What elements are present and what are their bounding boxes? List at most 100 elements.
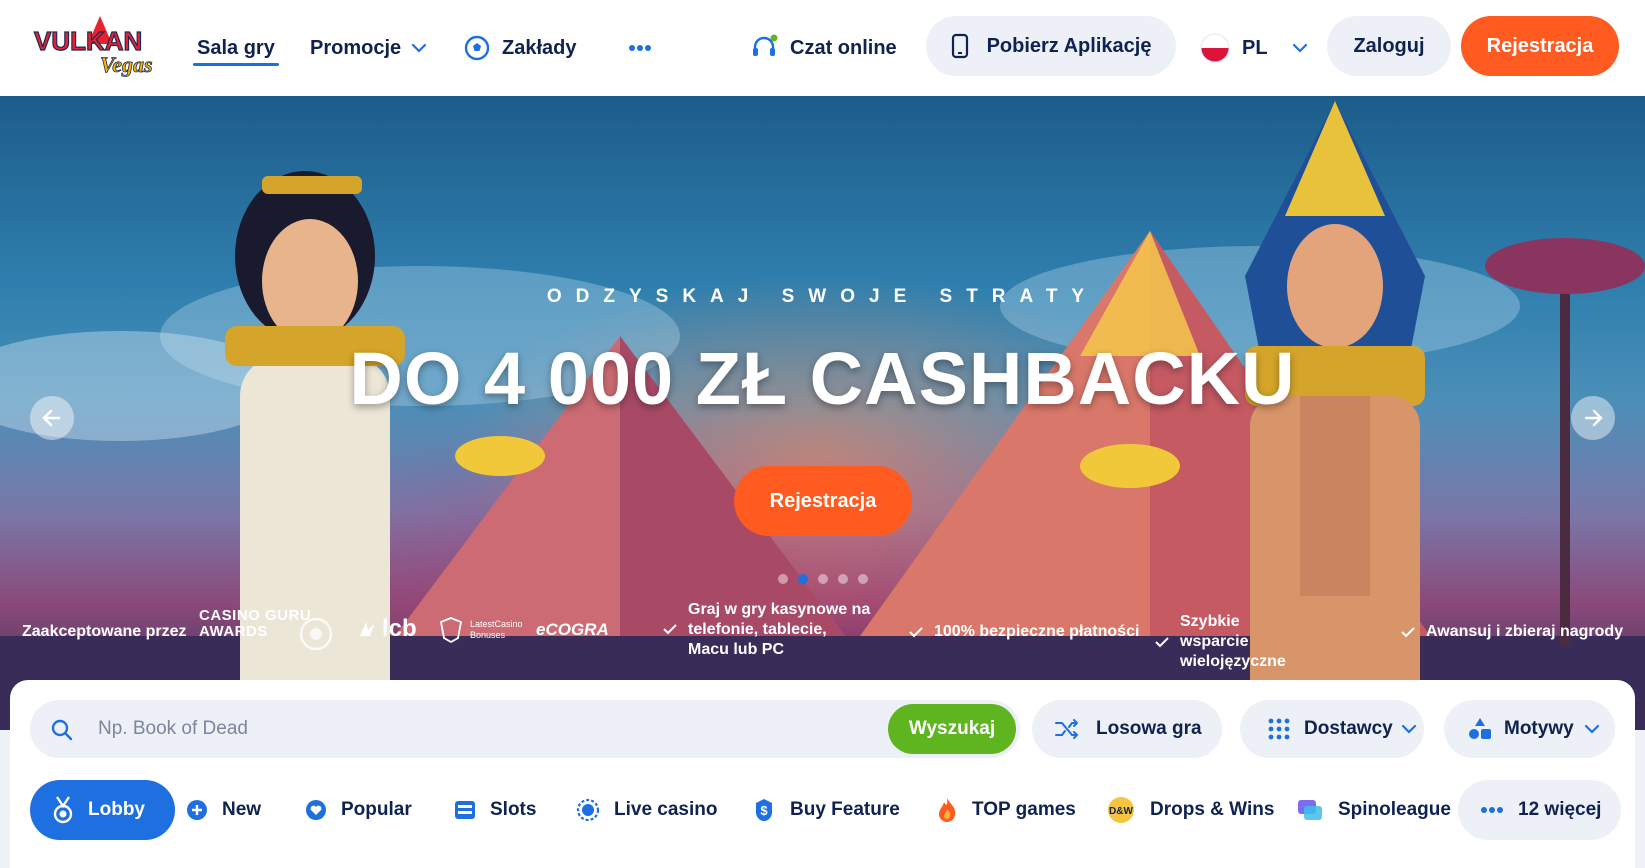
slider-dot[interactable] <box>778 574 788 584</box>
register-label: Rejestracja <box>1486 34 1594 57</box>
category-buy-feature[interactable]: $ Buy Feature <box>752 780 900 840</box>
feature-payments-text: 100% bezpieczne płatności <box>934 623 1140 640</box>
language-label: PL <box>1242 36 1268 59</box>
themes-label: Motywy <box>1504 718 1574 739</box>
lcb-badge-icon <box>360 622 374 636</box>
lcb-logo-text: lcb <box>382 615 417 642</box>
providers-dropdown[interactable]: Dostawcy <box>1240 700 1424 758</box>
game-search-bar: Wyszukaj <box>30 700 1020 758</box>
latest-casino-text: LatestCasino <box>470 619 523 629</box>
headset-icon <box>753 34 778 56</box>
category-popular[interactable]: Popular <box>305 780 412 840</box>
nav-sala-gry-label: Sala gry <box>197 36 275 59</box>
chevron-down-icon <box>1292 43 1307 53</box>
themes-dropdown[interactable]: Motywy <box>1444 700 1615 758</box>
nav-promocje-label: Promocje <box>310 36 402 59</box>
accepted-by-label: Zaakceptowane przez <box>22 623 187 640</box>
smartphone-icon <box>951 33 968 59</box>
trust-strip: Zaakceptowane przez CASINO GURU AWARDS l… <box>0 596 1645 676</box>
feature-support-text: Szybkie wsparcie wielojęzyczne <box>1180 613 1286 670</box>
bonuses-text: Bonuses <box>470 630 506 640</box>
feature-devices-text: Graj w gry kasynowe na telefonie, tablec… <box>688 601 871 658</box>
shapes-icon <box>1469 718 1491 739</box>
medal-icon <box>53 796 73 824</box>
category-label: Lobby <box>88 799 145 820</box>
slider-dot[interactable] <box>858 574 868 584</box>
flame-icon <box>939 798 956 822</box>
language-selector[interactable]: PL <box>1200 0 1308 96</box>
feature-rewards-text: Awansuj i zbieraj nagrody <box>1426 623 1624 640</box>
ecogra-logo-text: eCOGRA <box>536 620 609 639</box>
nav-promocje[interactable]: Promocje <box>310 0 427 96</box>
random-game-label: Losowa gra <box>1096 718 1202 739</box>
category-top-games[interactable]: TOP games <box>936 780 1076 840</box>
nav-sala-gry[interactable]: Sala gry <box>193 0 279 96</box>
poland-flag-icon <box>1200 33 1230 63</box>
category-label: Popular <box>341 799 412 820</box>
category-drops-wins[interactable]: D&W Drops & Wins <box>1106 780 1274 840</box>
login-label: Zaloguj <box>1353 34 1425 57</box>
ecogra-logo: eCOGRA <box>536 620 609 640</box>
slot-machine-icon <box>455 801 475 819</box>
logo-sub-text: Vegas <box>100 52 153 77</box>
search-input[interactable] <box>98 700 878 758</box>
hero-title: DO 4 000 ZŁ CASHBACKU <box>349 337 1296 420</box>
svg-text:D&W: D&W <box>1109 806 1133 817</box>
check-icon <box>909 627 923 638</box>
category-more-button[interactable]: 12 więcej <box>1458 780 1622 840</box>
nav-zaklady[interactable]: Zakłady <box>464 0 576 96</box>
slider-next-button[interactable] <box>1571 396 1615 440</box>
chevron-down-icon <box>412 43 427 53</box>
latest-casino-bonuses-logo: LatestCasino Bonuses <box>438 616 523 644</box>
feature-support: Szybkie wsparcie wielojęzyczne <box>1154 612 1304 672</box>
slider-dot-active[interactable] <box>798 574 808 584</box>
category-new[interactable]: New <box>186 780 261 840</box>
category-slots[interactable]: Slots <box>454 780 536 840</box>
top-header: VULKAN Vegas Sala gry Promocje Zakłady C… <box>0 0 1645 96</box>
register-button[interactable]: Rejestracja <box>1461 16 1619 76</box>
category-label: 12 więcej <box>1518 799 1602 820</box>
slider-dot[interactable] <box>818 574 828 584</box>
heart-icon <box>306 800 326 820</box>
download-app-label: Pobierz Aplikację <box>986 34 1152 57</box>
check-icon <box>1401 627 1415 638</box>
slider-dots <box>778 574 868 584</box>
casino-guru-award-logo: CASINO GURU AWARDS <box>199 608 311 640</box>
nav-more-button[interactable] <box>628 0 652 96</box>
feature-payments: 100% bezpieczne płatności <box>908 622 1139 642</box>
slider-prev-button[interactable] <box>30 396 74 440</box>
check-icon <box>663 624 677 635</box>
search-icon <box>51 719 73 741</box>
category-label: Buy Feature <box>790 799 900 820</box>
check-icon <box>1155 637 1169 648</box>
hero-register-button[interactable]: Rejestracja <box>734 466 912 536</box>
soccer-ball-icon <box>464 35 490 61</box>
chevron-down-icon <box>1584 724 1599 734</box>
category-label: New <box>222 799 262 820</box>
arrow-right-icon <box>1584 409 1603 427</box>
plus-circle-icon <box>187 800 207 820</box>
dollar-icon: $ <box>755 799 773 822</box>
slider-dot[interactable] <box>838 574 848 584</box>
games-filter-panel: Wyszukaj Losowa gra Dostawcy Motywy Lobb… <box>10 680 1635 868</box>
search-button[interactable]: Wyszukaj <box>888 704 1016 754</box>
category-label: Drops & Wins <box>1150 799 1275 820</box>
category-spinoleague[interactable]: Spinoleague <box>1296 780 1451 840</box>
chat-online-link[interactable]: Czat online <box>750 0 897 96</box>
category-label: TOP games <box>972 799 1076 820</box>
award-medal-icon <box>296 614 336 654</box>
providers-label: Dostawcy <box>1304 718 1393 739</box>
category-lobby[interactable]: Lobby <box>30 780 175 840</box>
svg-text:$: $ <box>760 803 768 818</box>
hero-eyebrow: ODZYSKAJ SWOJE STRATY <box>546 286 1099 307</box>
award-name: CASINO GURU <box>199 607 312 624</box>
random-game-button[interactable]: Losowa gra <box>1032 700 1222 758</box>
hero-banner: ODZYSKAJ SWOJE STRATY DO 4 000 ZŁ CASHBA… <box>0 96 1645 730</box>
more-dots-icon <box>1481 807 1503 813</box>
chat-online-label: Czat online <box>790 36 897 59</box>
brand-logo[interactable]: VULKAN Vegas <box>30 14 172 78</box>
login-button[interactable]: Zaloguj <box>1327 16 1451 76</box>
download-app-button[interactable]: Pobierz Aplikację <box>926 16 1176 76</box>
category-live-casino[interactable]: Live casino <box>576 780 718 840</box>
award-subtitle: AWARDS <box>199 623 268 640</box>
